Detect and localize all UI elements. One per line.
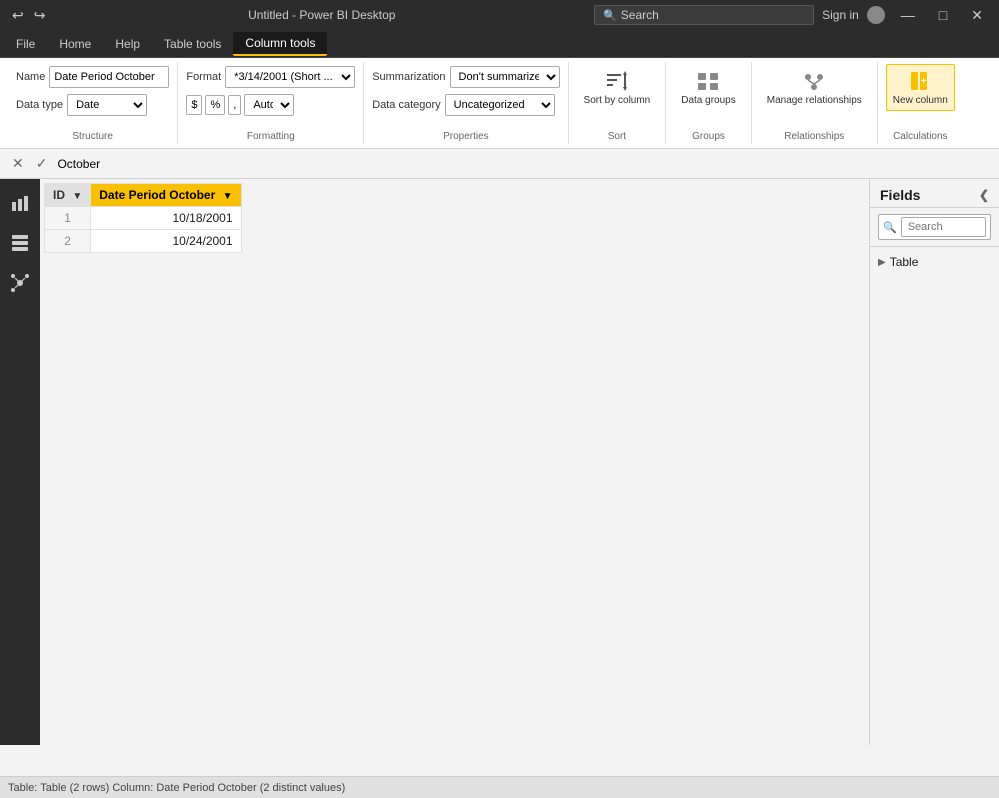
- title-bar: ↩ ↪ Untitled - Power BI Desktop 🔍 Search…: [0, 0, 999, 30]
- relationships-group-label: Relationships: [784, 129, 844, 142]
- tree-arrow-icon: ▶: [878, 257, 886, 268]
- data-table: ID ▼ Date Period October ▼ 1 10/18/2001 …: [44, 183, 242, 253]
- sort-by-column-button[interactable]: Sort by column: [577, 64, 658, 111]
- format-select[interactable]: *3/14/2001 (Short ...: [225, 66, 355, 88]
- sort-group-label: Sort: [608, 129, 626, 142]
- menu-home[interactable]: Home: [47, 33, 103, 55]
- table-tree-item[interactable]: ▶ Table: [870, 251, 999, 273]
- fields-collapse-icon[interactable]: ❮: [979, 188, 989, 202]
- svg-text:+: +: [921, 76, 927, 87]
- formula-delete-button[interactable]: ✕: [8, 153, 28, 174]
- col-id-label: ID: [53, 188, 65, 202]
- row-2-date: 10/24/2001: [91, 230, 241, 253]
- auto-select[interactable]: Auto: [244, 94, 294, 116]
- manage-relationships-button[interactable]: Manage relationships: [760, 64, 869, 111]
- ribbon-group-groups: Data groups Groups: [666, 62, 751, 144]
- data-category-select[interactable]: Uncategorized: [445, 94, 555, 116]
- date-col-dropdown-icon[interactable]: ▼: [223, 191, 233, 202]
- manage-relationships-label: Manage relationships: [767, 95, 862, 106]
- data-view: ID ▼ Date Period October ▼ 1 10/18/2001 …: [40, 179, 869, 745]
- col-date-label: Date Period October: [99, 188, 215, 202]
- name-label: Name: [16, 71, 45, 83]
- col-header-date-period[interactable]: Date Period October ▼: [91, 184, 241, 207]
- minimize-button[interactable]: —: [893, 5, 923, 25]
- col-header-id[interactable]: ID ▼: [45, 184, 91, 207]
- ribbon-group-properties: Summarization Don't summarize Data categ…: [364, 62, 568, 144]
- window-title: Untitled - Power BI Desktop: [49, 8, 594, 22]
- new-column-label: New column: [893, 95, 948, 106]
- data-groups-button[interactable]: Data groups: [674, 64, 742, 111]
- sort-icon: [605, 69, 629, 93]
- name-input[interactable]: [49, 66, 169, 88]
- sort-by-column-label: Sort by column: [584, 95, 651, 106]
- new-column-icon: +: [908, 69, 932, 93]
- table-row: 1 10/18/2001: [45, 207, 242, 230]
- user-avatar[interactable]: [867, 6, 885, 24]
- ribbon-group-relationships: Manage relationships Relationships: [752, 62, 878, 144]
- comma-button[interactable]: ,: [228, 95, 241, 115]
- ribbon: Name Data type Date Structure Format *3/…: [0, 58, 999, 149]
- row-1-date: 10/18/2001: [91, 207, 241, 230]
- maximize-button[interactable]: □: [931, 5, 955, 25]
- menu-bar: File Home Help Table tools Column tools: [0, 30, 999, 58]
- row-2-id: 2: [45, 230, 91, 253]
- model-view-icon[interactable]: [4, 267, 36, 299]
- search-icon-title: 🔍: [603, 9, 617, 22]
- summ-label: Summarization: [372, 71, 445, 83]
- calculations-group-label: Calculations: [893, 129, 947, 142]
- undo-button[interactable]: ↩: [8, 5, 28, 26]
- redo-button[interactable]: ↪: [30, 5, 50, 26]
- row-1-id: 1: [45, 207, 91, 230]
- formula-input[interactable]: [57, 157, 991, 171]
- fields-search-box: 🔍: [878, 214, 991, 240]
- data-groups-label: Data groups: [681, 95, 735, 106]
- fields-search-container: 🔍: [870, 208, 999, 247]
- menu-file[interactable]: File: [4, 33, 47, 55]
- fields-panel: Fields ❮ 🔍 ▶ Table: [869, 179, 999, 745]
- fields-search-input[interactable]: [901, 217, 986, 237]
- table-row: 2 10/24/2001: [45, 230, 242, 253]
- data-view-icon[interactable]: [4, 227, 36, 259]
- title-search-box: 🔍 Search: [594, 5, 814, 25]
- sign-in-label[interactable]: Sign in: [822, 8, 859, 22]
- menu-column-tools[interactable]: Column tools: [233, 32, 327, 56]
- groups-group-label: Groups: [692, 129, 725, 142]
- relationships-icon: [802, 69, 826, 93]
- ribbon-group-formatting: Format *3/14/2001 (Short ... $ % , Auto …: [178, 62, 364, 144]
- menu-help[interactable]: Help: [103, 33, 152, 55]
- data-type-select[interactable]: Date: [67, 94, 147, 116]
- fields-panel-header: Fields ❮: [870, 179, 999, 208]
- properties-group-label: Properties: [443, 129, 489, 142]
- format-label: Format: [186, 71, 221, 83]
- fields-title: Fields: [880, 187, 920, 203]
- currency-button[interactable]: $: [186, 95, 202, 115]
- main-area: ID ▼ Date Period October ▼ 1 10/18/2001 …: [0, 179, 999, 745]
- structure-group-label: Structure: [72, 129, 113, 142]
- percent-button[interactable]: %: [205, 95, 225, 115]
- close-button[interactable]: ✕: [963, 5, 991, 26]
- left-sidebar: [0, 179, 40, 745]
- formula-bar: ✕ ✓: [0, 149, 999, 179]
- data-cat-label: Data category: [372, 99, 440, 111]
- tree-item-label: Table: [890, 255, 919, 269]
- ribbon-group-sort: Sort by column Sort: [569, 62, 667, 144]
- formula-confirm-button[interactable]: ✓: [32, 153, 52, 174]
- report-view-icon[interactable]: [4, 187, 36, 219]
- menu-table-tools[interactable]: Table tools: [152, 33, 233, 55]
- ribbon-group-calculations: + New column Calculations: [878, 62, 963, 144]
- new-column-button[interactable]: + New column: [886, 64, 955, 111]
- status-bar: Table: Table (2 rows) Column: Date Perio…: [0, 776, 999, 798]
- groups-icon: [696, 69, 720, 93]
- formatting-group-label: Formatting: [247, 129, 295, 142]
- id-col-dropdown-icon[interactable]: ▼: [72, 191, 82, 202]
- summarization-select[interactable]: Don't summarize: [450, 66, 560, 88]
- data-type-label: Data type: [16, 99, 63, 111]
- fields-search-icon: 🔍: [883, 221, 897, 234]
- status-text: Table: Table (2 rows) Column: Date Perio…: [8, 782, 345, 794]
- ribbon-group-structure: Name Data type Date Structure: [8, 62, 178, 144]
- title-search-placeholder: Search: [621, 8, 659, 22]
- fields-tree: ▶ Table: [870, 247, 999, 277]
